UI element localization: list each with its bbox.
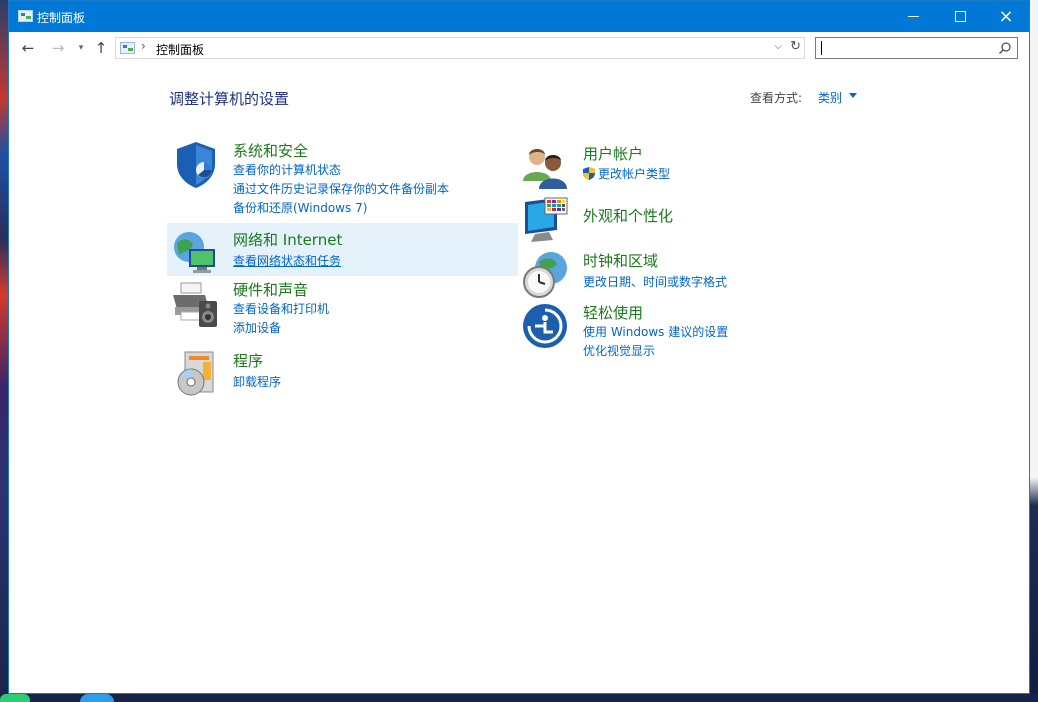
category-title[interactable]: 程序 [233,350,263,371]
desktop-background-right [1030,0,1038,702]
up-button[interactable]: ↑ [92,39,110,57]
close-button[interactable]: × [983,1,1029,32]
category-title[interactable]: 外观和个性化 [583,205,673,226]
network-globe-icon[interactable] [171,229,221,279]
monitor-palette-icon[interactable] [521,196,571,246]
category-title[interactable]: 系统和安全 [233,140,308,161]
link-windows-recommended-settings[interactable]: 使用 Windows 建议的设置 [583,323,728,340]
main-content: 调整计算机的设置 查看方式: 类别 系统和安全 查看你的计算机状态 通过文件历史… [9,64,1029,695]
refresh-button[interactable]: ↻ [790,39,801,54]
shield-icon[interactable] [171,140,221,190]
link-change-date-time-format[interactable]: 更改日期、时间或数字格式 [583,273,727,290]
taskbar-app-icon[interactable] [80,694,114,702]
navigation-bar: ← → ▾ ↑ › 控制面板 ⌵ ↻ [9,32,1029,64]
arrow-right-icon: → [51,39,65,57]
uac-shield-icon [583,167,595,180]
breadcrumb[interactable]: 控制面板 [156,41,204,58]
maximize-button[interactable] [937,1,983,32]
link-file-history[interactable]: 通过文件历史记录保存你的文件备份副本 [233,180,449,197]
view-by-dropdown[interactable]: 类别 [818,89,842,106]
forward-button[interactable]: → [49,39,67,57]
category-title[interactable]: 轻松使用 [583,302,643,323]
link-backup-restore[interactable]: 备份和还原(Windows 7) [233,199,367,216]
close-icon: × [998,6,1014,27]
program-disc-icon[interactable] [171,350,221,400]
link-optimize-visual-display[interactable]: 优化视觉显示 [583,342,655,359]
arrow-up-icon: ↑ [94,39,108,57]
link-view-computer-status[interactable]: 查看你的计算机状态 [233,161,341,178]
window-title: 控制面板 [37,11,86,25]
chevron-down-icon: ▾ [78,43,84,53]
ease-of-access-icon[interactable] [521,302,571,352]
back-button[interactable]: ← [19,39,37,57]
view-by-label: 查看方式: [750,91,803,105]
search-input[interactable] [815,37,1018,59]
link-add-device[interactable]: 添加设备 [233,319,281,336]
minimize-icon [908,16,919,17]
search-icon[interactable] [998,41,1012,55]
taskbar-app-icon[interactable] [0,694,30,702]
link-uninstall-program[interactable]: 卸载程序 [233,373,281,390]
address-bar[interactable]: › 控制面板 ⌵ ↻ [115,37,805,59]
category-title[interactable]: 网络和 Internet [233,229,342,250]
link-devices-printers[interactable]: 查看设备和打印机 [233,300,329,317]
recent-locations-button[interactable]: ▾ [72,39,90,57]
address-dropdown-button[interactable]: ⌵ [774,41,782,52]
arrow-left-icon: ← [21,39,35,57]
chevron-down-icon[interactable] [849,93,857,98]
taskbar-strip [0,694,1038,702]
control-panel-window: 控制面板 × ← → ▾ ↑ › 控制面板 ⌵ ↻ 调整计算机的设置 查看方式:… [8,0,1030,694]
desktop-background-left [0,0,8,702]
link-network-status[interactable]: 查看网络状态和任务 [233,252,341,269]
text-caret [821,41,822,55]
page-title: 调整计算机的设置 [169,90,290,108]
minimize-button[interactable] [891,1,937,32]
category-title[interactable]: 硬件和声音 [233,279,308,300]
title-bar[interactable]: 控制面板 × [9,1,1029,32]
refresh-icon: ↻ [790,39,801,54]
category-title[interactable]: 时钟和区域 [583,250,658,271]
link-text: 更改帐户类型 [598,167,671,181]
control-panel-icon [120,42,135,54]
chevron-down-icon: ⌵ [774,41,782,52]
category-title[interactable]: 用户帐户 [583,143,643,164]
users-icon[interactable] [521,143,571,193]
clock-globe-icon[interactable] [521,250,571,300]
control-panel-icon [18,10,33,22]
printer-speaker-icon[interactable] [171,279,221,329]
link-change-account-type[interactable]: 更改帐户类型 [583,165,670,182]
breadcrumb-separator-icon[interactable]: › [141,39,146,53]
maximize-icon [955,11,966,22]
